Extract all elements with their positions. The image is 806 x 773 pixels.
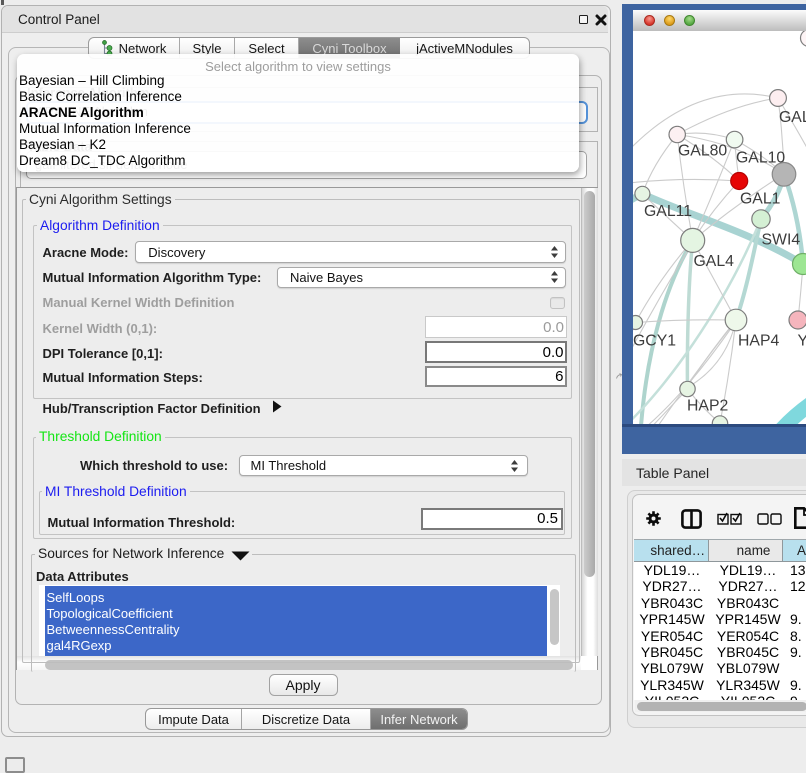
svg-text:SWI4: SWI4 xyxy=(762,232,801,249)
svg-text:GCY1: GCY1 xyxy=(633,333,676,350)
svg-text:HAP4: HAP4 xyxy=(738,333,779,350)
svg-text:GAL80: GAL80 xyxy=(678,143,727,160)
svg-text:GAL10: GAL10 xyxy=(736,150,785,167)
svg-text:HAP2: HAP2 xyxy=(687,398,728,415)
svg-text:GAL4: GAL4 xyxy=(694,253,735,270)
svg-text:GAL11: GAL11 xyxy=(644,203,692,220)
svg-text:Y: Y xyxy=(798,333,806,350)
svg-text:GAL1: GAL1 xyxy=(740,191,781,208)
svg-text:GAL7: GAL7 xyxy=(779,109,806,126)
